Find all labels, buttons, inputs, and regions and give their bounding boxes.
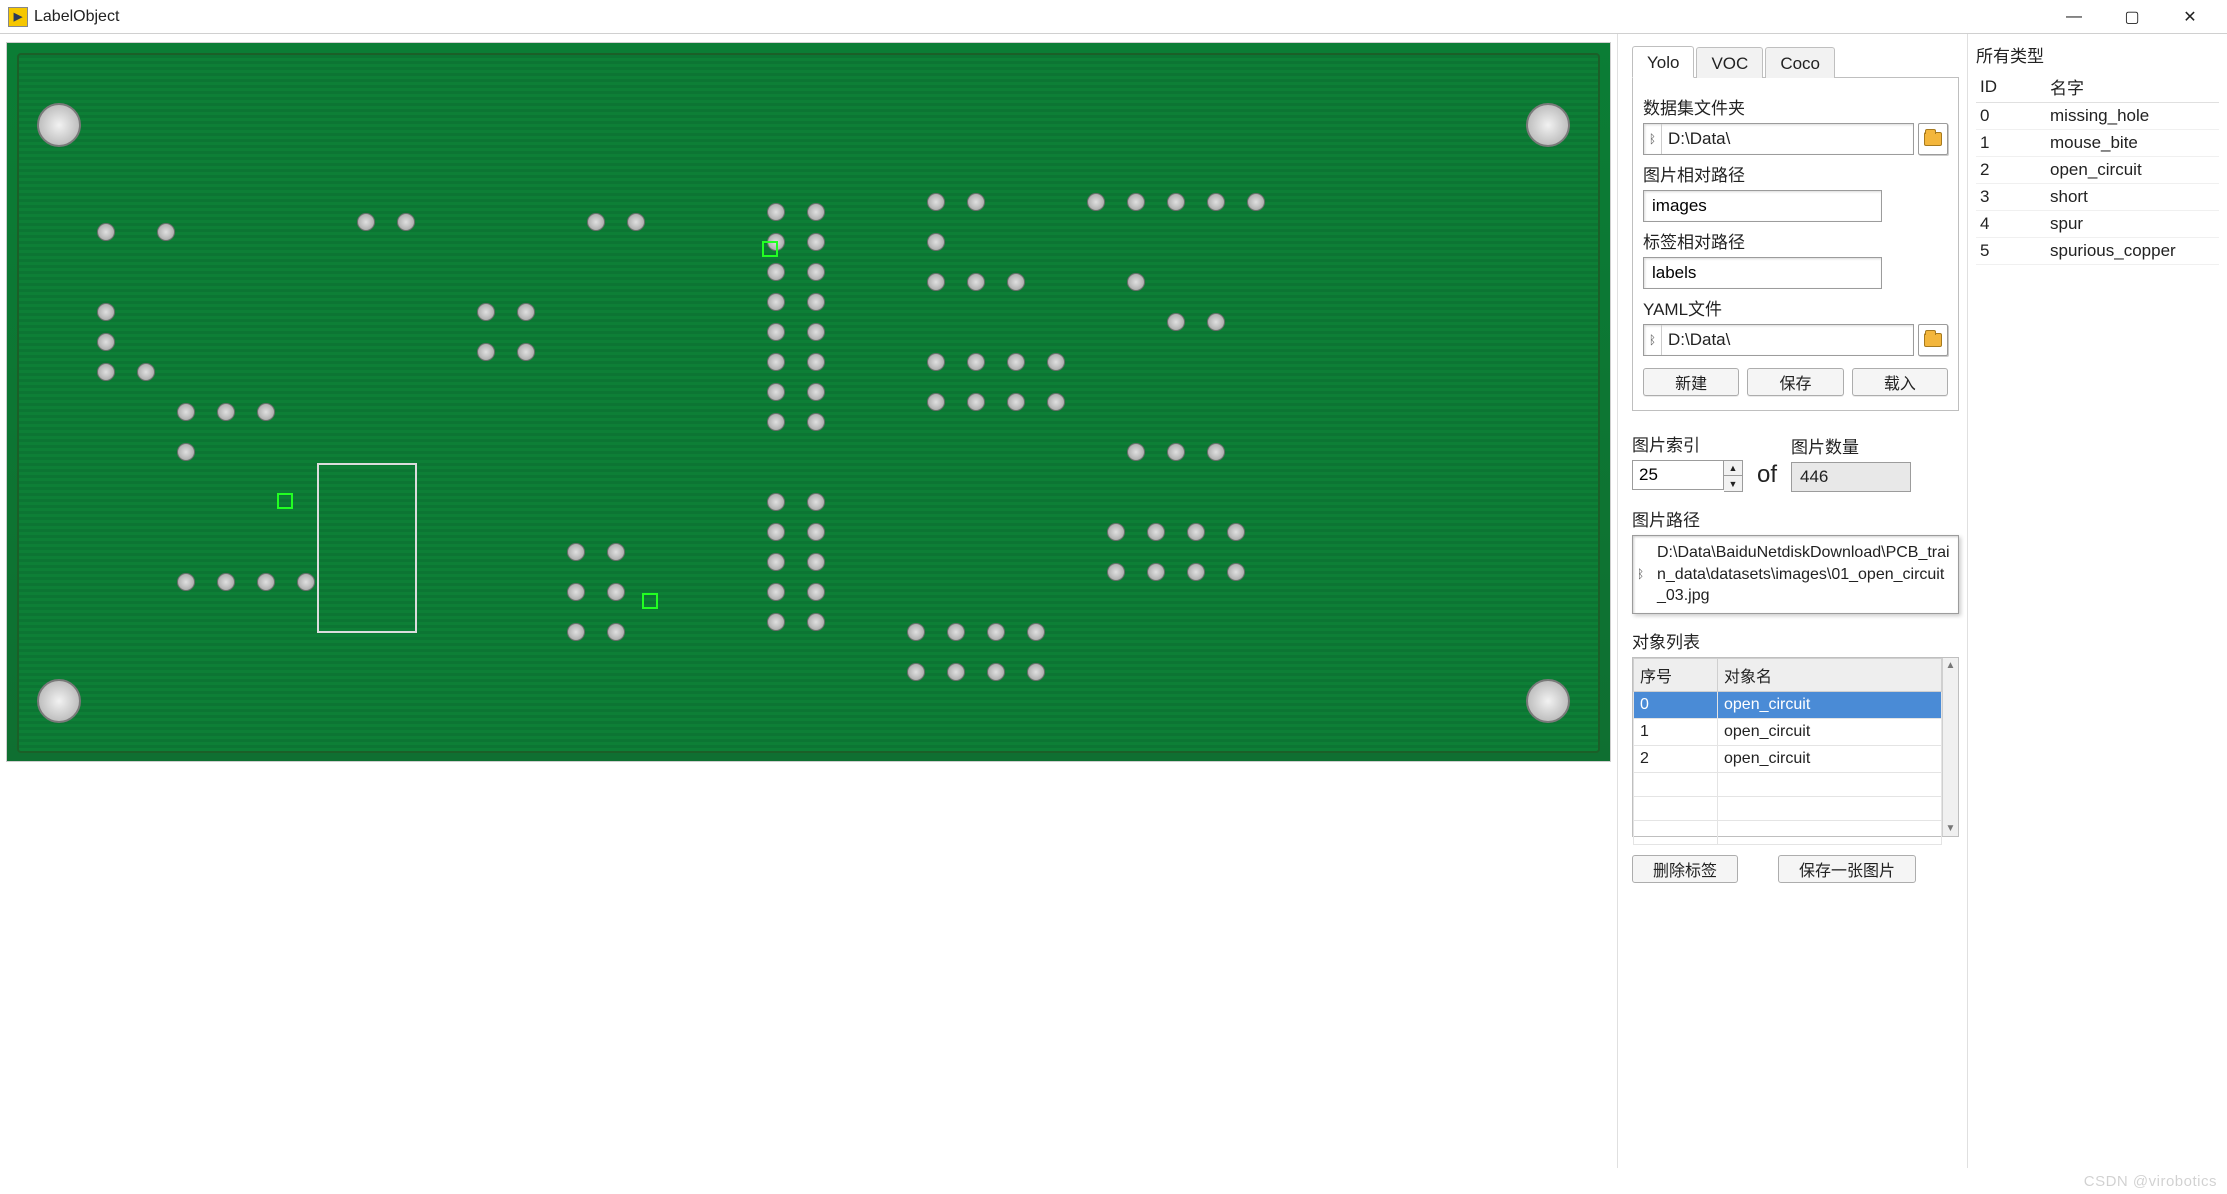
object-row-index: 1 — [1634, 718, 1718, 745]
object-row[interactable]: 2open_circuit — [1634, 745, 1942, 772]
object-row-index: 2 — [1634, 745, 1718, 772]
annotation-box[interactable] — [277, 493, 293, 509]
dataset-folder-value: D:\Data\ — [1662, 129, 1913, 149]
object-row-name: open_circuit — [1718, 718, 1942, 745]
tab-voc[interactable]: VOC — [1696, 47, 1763, 78]
yaml-value: D:\Data\ — [1662, 330, 1913, 350]
tab-yolo[interactable]: Yolo — [1632, 46, 1694, 78]
class-row-name: short — [2046, 184, 2219, 211]
browse-dataset-button[interactable] — [1918, 123, 1948, 155]
object-col-index[interactable]: 序号 — [1634, 658, 1718, 691]
class-row-name: missing_hole — [2046, 103, 2219, 130]
object-row-empty — [1634, 796, 1942, 820]
object-col-name[interactable]: 对象名 — [1718, 658, 1942, 691]
object-list-title: 对象列表 — [1632, 628, 1959, 653]
object-row-empty — [1634, 820, 1942, 844]
class-row-id: 4 — [1976, 211, 2046, 238]
class-row-id: 1 — [1976, 130, 2046, 157]
class-row-name: spur — [2046, 211, 2219, 238]
minimize-button[interactable]: — — [2045, 0, 2103, 34]
maximize-button[interactable]: ▢ — [2103, 0, 2161, 34]
control-panel: Yolo VOC Coco 数据集文件夹 ᛒ D:\Data\ 图片相对路径 标… — [1617, 34, 1967, 1168]
scroll-up-icon[interactable]: ▲ — [1946, 660, 1956, 671]
watermark: CSDN @virobotics — [2084, 1173, 2217, 1190]
class-col-name[interactable]: 名字 — [2046, 71, 2219, 103]
object-list: 序号 对象名 0open_circuit1open_circuit2open_c… — [1632, 657, 1959, 837]
class-row[interactable]: 3short — [1976, 184, 2219, 211]
image-count-label: 图片数量 — [1791, 433, 1911, 458]
annotation-box[interactable] — [642, 593, 658, 609]
format-tabs: Yolo VOC Coco — [1632, 42, 1959, 78]
folder-icon — [1924, 333, 1942, 347]
image-rel-input[interactable] — [1643, 190, 1882, 222]
tab-content: 数据集文件夹 ᛒ D:\Data\ 图片相对路径 标签相对路径 YAML文件 ᛒ… — [1632, 78, 1959, 411]
class-row-name: mouse_bite — [2046, 130, 2219, 157]
class-row[interactable]: 4spur — [1976, 211, 2219, 238]
object-row-name: open_circuit — [1718, 745, 1942, 772]
save-image-button[interactable]: 保存一张图片 — [1778, 855, 1916, 883]
spinner-down-icon[interactable]: ▼ — [1724, 476, 1742, 491]
class-row[interactable]: 1mouse_bite — [1976, 130, 2219, 157]
class-row[interactable]: 0missing_hole — [1976, 103, 2219, 130]
object-row[interactable]: 0open_circuit — [1634, 691, 1942, 718]
new-button[interactable]: 新建 — [1643, 368, 1739, 396]
scroll-down-icon[interactable]: ▼ — [1946, 823, 1956, 834]
class-row-id: 3 — [1976, 184, 2046, 211]
class-row-name: spurious_copper — [2046, 238, 2219, 265]
image-canvas[interactable] — [6, 42, 1611, 762]
image-path-label: 图片路径 — [1632, 506, 1959, 531]
object-row-index: 0 — [1634, 691, 1718, 718]
annotation-box[interactable] — [762, 241, 778, 257]
dataset-folder-label: 数据集文件夹 — [1643, 94, 1948, 119]
class-row-name: open_circuit — [2046, 157, 2219, 184]
image-index-spinner[interactable]: ▲ ▼ — [1632, 460, 1743, 492]
tab-coco[interactable]: Coco — [1765, 47, 1835, 78]
class-col-id[interactable]: ID — [1976, 71, 2046, 103]
class-table: ID 名字 0missing_hole1mouse_bite2open_circ… — [1976, 71, 2219, 265]
class-list-title: 所有类型 — [1976, 42, 2219, 67]
load-button[interactable]: 载入 — [1852, 368, 1948, 396]
path-glyph-icon: ᛒ — [1644, 325, 1662, 355]
browse-yaml-button[interactable] — [1918, 324, 1948, 356]
save-button[interactable]: 保存 — [1747, 368, 1843, 396]
class-row-id: 0 — [1976, 103, 2046, 130]
label-rel-label: 标签相对路径 — [1643, 228, 1948, 253]
delete-label-button[interactable]: 删除标签 — [1632, 855, 1738, 883]
titlebar: ▶ LabelObject — ▢ ✕ — [0, 0, 2227, 34]
window-title: LabelObject — [34, 8, 119, 26]
pcb-board — [7, 43, 1610, 762]
image-count-value: 446 — [1791, 462, 1911, 492]
class-row[interactable]: 5spurious_copper — [1976, 238, 2219, 265]
yaml-input[interactable]: ᛒ D:\Data\ — [1643, 324, 1914, 356]
of-label: of — [1755, 461, 1779, 492]
path-glyph-icon: ᛒ — [1637, 566, 1644, 582]
object-row-name: open_circuit — [1718, 691, 1942, 718]
close-button[interactable]: ✕ — [2161, 0, 2219, 34]
folder-icon — [1924, 132, 1942, 146]
image-path-value: D:\Data\BaiduNetdiskDownload\PCB_train_d… — [1657, 544, 1950, 604]
yaml-label: YAML文件 — [1643, 295, 1948, 320]
dataset-folder-input[interactable]: ᛒ D:\Data\ — [1643, 123, 1914, 155]
object-row[interactable]: 1open_circuit — [1634, 718, 1942, 745]
app-icon: ▶ — [8, 7, 28, 27]
object-list-scrollbar[interactable]: ▲ ▼ — [1942, 658, 1958, 836]
image-rel-label: 图片相对路径 — [1643, 161, 1948, 186]
path-glyph-icon: ᛒ — [1644, 124, 1662, 154]
object-row-empty — [1634, 772, 1942, 796]
image-path-display: ᛒ D:\Data\BaiduNetdiskDownload\PCB_train… — [1632, 535, 1959, 614]
class-row-id: 5 — [1976, 238, 2046, 265]
label-rel -input[interactable] — [1643, 257, 1882, 289]
image-index-input[interactable] — [1632, 460, 1724, 490]
class-row-id: 2 — [1976, 157, 2046, 184]
class-row[interactable]: 2open_circuit — [1976, 157, 2219, 184]
spinner-up-icon[interactable]: ▲ — [1724, 461, 1742, 476]
class-panel: 所有类型 ID 名字 0missing_hole1mouse_bite2open… — [1967, 34, 2227, 1168]
image-pane — [0, 34, 1617, 1168]
image-index-label: 图片索引 — [1632, 431, 1743, 456]
